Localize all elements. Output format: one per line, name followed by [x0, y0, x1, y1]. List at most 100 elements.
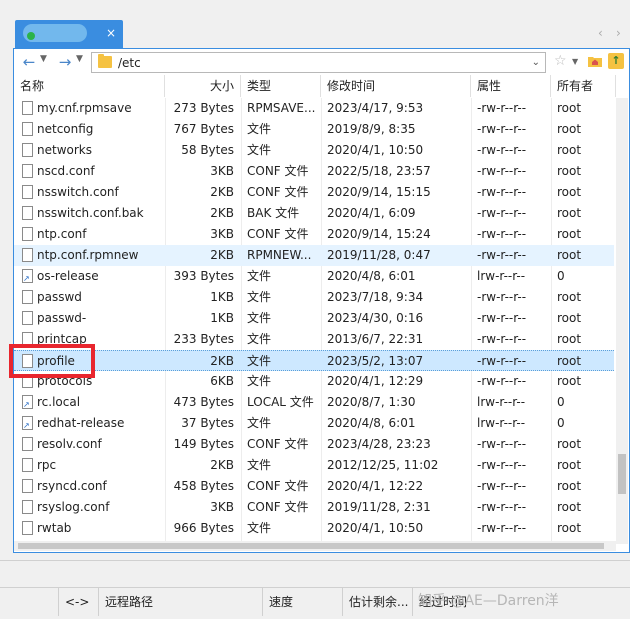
file-type: 文件	[247, 354, 272, 368]
file-attributes: -rw-r--r--	[477, 458, 527, 472]
horizontal-scrollbar[interactable]	[14, 541, 616, 551]
path-input[interactable]: /etc ⌄	[91, 52, 546, 73]
file-icon	[22, 458, 33, 472]
file-row[interactable]: netconfig 767 Bytes 文件 2019/8/9, 8:35 -rw-r-…	[14, 119, 614, 140]
file-attributes: -rw-r--r--	[477, 206, 527, 220]
file-owner: root	[557, 521, 582, 535]
file-icon	[22, 521, 33, 535]
file-modified: 2020/4/1, 12:22	[327, 479, 424, 493]
file-owner: root	[557, 185, 582, 199]
file-icon	[22, 248, 33, 262]
bookmark-star-icon[interactable]: ☆	[554, 53, 567, 69]
column-modified[interactable]: 修改时间	[321, 75, 471, 97]
file-row[interactable]: passwd 1KB 文件 2023/7/18, 9:34 -rw-r--r-- root	[14, 287, 614, 308]
chevron-down-icon[interactable]: ⌄	[532, 57, 540, 68]
file-modified: 2023/4/17, 9:53	[327, 101, 424, 115]
queue-column-speed[interactable]: 速度	[262, 588, 342, 616]
file-type: CONF 文件	[247, 479, 309, 493]
file-type: 文件	[247, 122, 272, 136]
file-attributes: -rw-r--r--	[477, 101, 527, 115]
column-attributes[interactable]: 属性	[471, 75, 551, 97]
file-row[interactable]: rsyncd.conf 458 Bytes CONF 文件 2020/4/1, 12:…	[14, 476, 614, 497]
vertical-scrollbar[interactable]	[616, 98, 628, 544]
parent-folder-icon[interactable]: ↑	[608, 53, 624, 69]
file-row[interactable]: ntp.conf.rpmnew 2KB RPMNEW... 2019/11/28, 0…	[14, 245, 614, 266]
file-row[interactable]: rwtab 966 Bytes 文件 2020/4/1, 10:50 -rw-r--r-…	[14, 518, 614, 539]
home-folder-icon[interactable]	[588, 55, 602, 67]
file-attributes: -rw-r--r--	[477, 290, 527, 304]
file-size: 966 Bytes	[173, 521, 234, 535]
file-name: passwd	[37, 290, 82, 304]
file-type: RPMSAVE...	[247, 101, 316, 115]
column-size[interactable]: 大小	[165, 75, 241, 97]
file-row[interactable]: protocols 6KB 文件 2020/4/1, 12:29 -rw-r--r-- r…	[14, 371, 614, 392]
file-attributes: -rw-r--r--	[477, 227, 527, 241]
file-type: 文件	[247, 311, 272, 325]
bookmark-dropdown-icon[interactable]: ▼	[572, 57, 578, 66]
file-size: 3KB	[210, 164, 234, 178]
file-row[interactable]: my.cnf.rpmsave 273 Bytes RPMSAVE... 2023/4/…	[14, 98, 614, 119]
file-name: ntp.conf	[37, 227, 87, 241]
queue-column-direction[interactable]: <->	[58, 588, 98, 616]
file-row[interactable]: rpc 2KB 文件 2012/12/25, 11:02 -rw-r--r-- root	[14, 455, 614, 476]
forward-history-dropdown-icon[interactable]: ▼	[76, 54, 83, 64]
file-type: LOCAL 文件	[247, 395, 314, 409]
file-name: nsswitch.conf.bak	[37, 206, 144, 220]
file-size: 2KB	[210, 206, 234, 220]
file-icon	[22, 185, 33, 199]
vertical-scroll-thumb[interactable]	[618, 454, 626, 494]
file-attributes: -rw-r--r--	[477, 248, 527, 262]
tab-scroll-left-icon[interactable]: ‹	[598, 26, 603, 40]
file-attributes: -rw-r--r--	[477, 311, 527, 325]
column-type[interactable]: 类型	[241, 75, 321, 97]
file-size: 473 Bytes	[173, 395, 234, 409]
file-attributes: -rw-r--r--	[477, 354, 527, 368]
tab-scroll-right-icon[interactable]: ›	[616, 26, 621, 40]
file-row[interactable]: nsswitch.conf 2KB CONF 文件 2020/9/14, 15:15 -…	[14, 182, 614, 203]
file-row[interactable]: redhat-release 37 Bytes 文件 2020/4/8, 6:01 lr…	[14, 413, 614, 434]
file-owner: root	[557, 458, 582, 472]
file-row[interactable]: nsswitch.conf.bak 2KB BAK 文件 2020/4/1, 6:09…	[14, 203, 614, 224]
file-attributes: lrw-r--r--	[477, 416, 526, 430]
file-name: rwtab	[37, 521, 72, 535]
file-row[interactable]: rsyslog.conf 3KB CONF 文件 2019/11/28, 2:31 -r…	[14, 497, 614, 518]
back-arrow-icon[interactable]: ←	[20, 53, 38, 71]
file-modified: 2013/6/7, 22:31	[327, 332, 424, 346]
file-row[interactable]: networks 58 Bytes 文件 2020/4/1, 10:50 -rw-r--…	[14, 140, 614, 161]
tab-close-icon[interactable]: ×	[106, 27, 116, 39]
file-row[interactable]: rc.local 473 Bytes LOCAL 文件 2020/8/7, 1:30 l…	[14, 392, 614, 413]
file-row[interactable]: profile 2KB 文件 2023/5/2, 13:07 -rw-r--r-- roo…	[14, 350, 614, 371]
file-icon	[22, 311, 33, 325]
file-modified: 2019/11/28, 0:47	[327, 248, 431, 262]
file-row[interactable]: resolv.conf 149 Bytes CONF 文件 2023/4/28, 23…	[14, 434, 614, 455]
link-file-icon	[22, 416, 33, 430]
file-type: 文件	[247, 458, 272, 472]
file-size: 2KB	[210, 185, 234, 199]
file-modified: 2020/4/1, 12:29	[327, 374, 424, 388]
file-type: 文件	[247, 269, 272, 283]
file-modified: 2022/5/18, 23:57	[327, 164, 431, 178]
file-owner: root	[557, 332, 582, 346]
file-row[interactable]: nscd.conf 3KB CONF 文件 2022/5/18, 23:57 -rw-r…	[14, 161, 614, 182]
file-icon	[22, 437, 33, 451]
file-name: rsyncd.conf	[37, 479, 107, 493]
forward-arrow-icon[interactable]: →	[56, 53, 74, 71]
file-size: 2KB	[210, 458, 234, 472]
file-row[interactable]: passwd- 1KB 文件 2023/4/30, 0:16 -rw-r--r-- roo…	[14, 308, 614, 329]
file-row[interactable]: printcap 233 Bytes 文件 2013/6/7, 22:31 -rw-r-…	[14, 329, 614, 350]
file-row[interactable]: ntp.conf 3KB CONF 文件 2020/9/14, 15:24 -rw-r-…	[14, 224, 614, 245]
file-type: CONF 文件	[247, 164, 309, 178]
file-row[interactable]: os-release 393 Bytes 文件 2020/4/8, 6:01 lrw-r…	[14, 266, 614, 287]
column-name[interactable]: 名称	[14, 75, 165, 97]
queue-column-eta[interactable]: 估计剩余...	[342, 588, 412, 616]
file-owner: root	[557, 354, 582, 368]
file-modified: 2012/12/25, 11:02	[327, 458, 439, 472]
session-tab[interactable]: ×	[15, 20, 123, 48]
back-history-dropdown-icon[interactable]: ▼	[40, 54, 47, 64]
horizontal-scroll-thumb[interactable]	[18, 543, 604, 549]
queue-column-remote-path[interactable]: 远程路径	[98, 588, 262, 616]
column-owner[interactable]: 所有者	[551, 75, 616, 97]
file-icon	[22, 206, 33, 220]
file-owner: root	[557, 290, 582, 304]
file-type: CONF 文件	[247, 227, 309, 241]
